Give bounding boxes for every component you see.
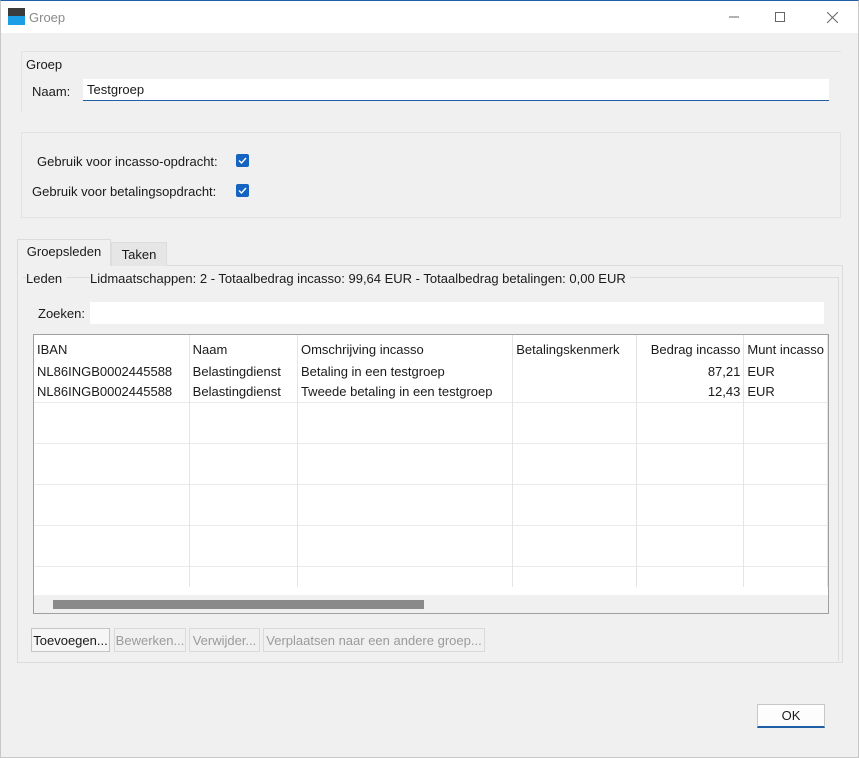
empty-row [34,401,828,423]
move-to-group-button[interactable]: Verplaatsen naar een andere groep... [263,628,485,652]
cell-naam: Belastingdienst [189,381,298,402]
cell-bedrag: 87,21 [636,361,745,382]
tab-taken[interactable]: Taken [111,242,167,266]
cell-iban: NL86INGB0002445588 [34,381,190,402]
members-heading: Leden [26,271,67,286]
close-button[interactable] [809,1,855,33]
cell-omschrijving: Betaling in een testgroep [297,361,514,382]
add-button[interactable]: Toevoegen... [31,628,110,652]
empty-row [34,504,828,525]
usage-section [21,132,841,218]
column-header-munt[interactable]: Munt incasso [743,335,828,361]
cell-munt: EUR [743,361,828,382]
checkmark-icon [238,157,247,165]
members-summary: Lidmaatschappen: 2 - Totaalbedrag incass… [90,271,630,286]
empty-row [34,524,828,546]
empty-row [34,565,828,587]
table-header-row: IBAN Naam Omschrijving incasso Betalings… [34,335,828,361]
betaling-checkbox[interactable] [236,184,249,197]
name-input[interactable] [83,79,829,101]
close-icon [826,11,838,23]
app-icon [8,8,25,25]
cell-omschrijving: Tweede betaling in een testgroep [297,381,514,402]
empty-row [34,545,828,566]
cell-naam: Belastingdienst [189,361,298,382]
ok-button[interactable]: OK [757,704,825,728]
maximize-button[interactable] [757,1,803,33]
empty-row [34,463,828,484]
incasso-label: Gebruik voor incasso-opdracht: [37,154,218,169]
betaling-label: Gebruik voor betalingsopdracht: [32,184,217,199]
table-row[interactable]: NL86INGB0002445588 Belastingdienst Tweed… [34,381,828,402]
tab-groepsleden[interactable]: Groepsleden [17,239,111,266]
minimize-icon [729,16,739,18]
column-header-bedrag[interactable]: Bedrag incasso [636,335,745,361]
delete-button[interactable]: Verwijder... [189,628,260,652]
minimize-button[interactable] [711,1,757,33]
edit-button[interactable]: Bewerken... [114,628,186,652]
search-label: Zoeken: [38,306,85,321]
title-bar: Groep [1,1,858,33]
column-header-omschrijving[interactable]: Omschrijving incasso [297,335,514,361]
groep-dialog: Groep Groep Naam: Gebruik voor incasso-o… [0,0,859,758]
column-header-betalingskenmerk[interactable]: Betalingskenmerk [512,335,637,361]
name-label: Naam: [32,84,71,99]
cell-iban: NL86INGB0002445588 [34,361,190,382]
checkmark-icon [238,187,247,195]
incasso-checkbox[interactable] [236,154,249,167]
scrollbar-thumb[interactable] [53,600,424,609]
group-heading: Groep [26,57,63,72]
empty-row [34,422,828,443]
cell-munt: EUR [743,381,828,402]
cell-bedrag: 12,43 [636,381,745,402]
cell-betalingskenmerk [512,381,637,402]
column-header-naam[interactable]: Naam [189,335,298,361]
maximize-icon [775,12,785,22]
cell-betalingskenmerk [512,361,637,382]
search-input[interactable] [90,302,824,324]
window-title: Groep [29,10,66,25]
table-row[interactable]: NL86INGB0002445588 Belastingdienst Betal… [34,361,828,382]
members-table[interactable]: IBAN Naam Omschrijving incasso Betalings… [33,334,829,614]
empty-row [34,483,828,505]
empty-row [34,442,828,464]
column-header-iban[interactable]: IBAN [34,335,190,361]
horizontal-scrollbar[interactable] [34,595,828,613]
